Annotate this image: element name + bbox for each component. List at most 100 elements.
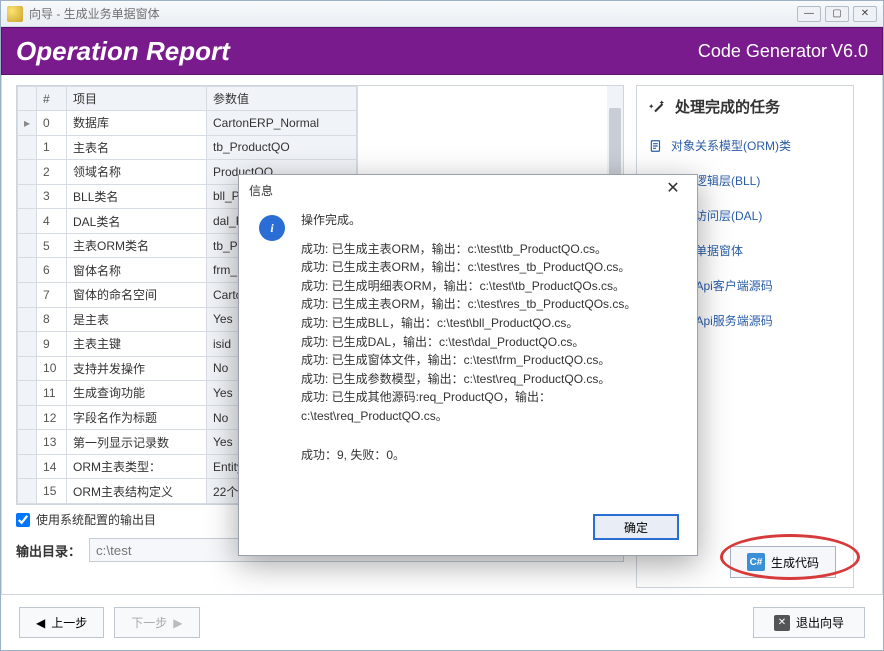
log-line: 成功: 已生成DAL，输出：c:\test\dal_ProductQO.cs。	[301, 333, 675, 352]
param-name: 窗体名称	[67, 258, 207, 283]
param-name: ORM主表类型：	[67, 454, 207, 479]
row-indicator	[18, 184, 37, 209]
row-indicator: ▸	[18, 111, 37, 136]
param-name: BLL类名	[67, 184, 207, 209]
exit-label: 退出向导	[796, 614, 844, 631]
generate-code-button[interactable]: C# 生成代码	[730, 546, 836, 578]
table-row[interactable]: ▸0数据库CartonERP_Normal	[18, 111, 357, 136]
row-indicator	[18, 160, 37, 185]
chevron-left-icon: ◀	[36, 616, 45, 630]
ok-button[interactable]: 确定	[593, 514, 679, 540]
row-number: 4	[37, 209, 67, 234]
col-num[interactable]: #	[37, 87, 67, 111]
row-indicator	[18, 258, 37, 283]
minimize-button[interactable]: —	[797, 6, 821, 22]
row-number: 9	[37, 332, 67, 357]
log-line: 成功: 已生成明细表ORM，输出：c:\test\tb_ProductQOs.c…	[301, 277, 675, 296]
col-name[interactable]: 项目	[67, 87, 207, 111]
log-line: 成功: 已生成窗体文件，输出：c:\test\frm_ProductQO.cs。	[301, 351, 675, 370]
row-number: 7	[37, 282, 67, 307]
row-number: 8	[37, 307, 67, 332]
row-indicator	[18, 381, 37, 406]
log-line: 成功: 已生成主表ORM，输出：c:\test\tb_ProductQO.cs。	[301, 240, 675, 259]
page-icon	[649, 139, 663, 153]
col-value[interactable]: 参数值	[207, 87, 357, 111]
window-buttons: — ▢ ✕	[797, 6, 877, 22]
side-title-row: 处理完成的任务	[649, 96, 841, 117]
row-number: 13	[37, 430, 67, 455]
maximize-button[interactable]: ▢	[825, 6, 849, 22]
titlebar: 向导 - 生成业务单据窗体 — ▢ ✕	[1, 1, 883, 27]
banner-right: Code Generator V6.0	[698, 41, 868, 62]
footer: ◀ 上一步 下一步 ▶ ✕ 退出向导	[1, 594, 883, 650]
app-icon	[7, 6, 23, 22]
window-title: 向导 - 生成业务单据窗体	[29, 5, 160, 22]
row-number: 11	[37, 381, 67, 406]
wand-icon	[649, 98, 667, 116]
param-name: DAL类名	[67, 209, 207, 234]
info-icon: i	[259, 215, 285, 241]
banner: Operation Report Code Generator V6.0	[1, 27, 883, 75]
table-row[interactable]: 1主表名tb_ProductQO	[18, 135, 357, 160]
param-name: 支持并发操作	[67, 356, 207, 381]
row-indicator	[18, 282, 37, 307]
param-name: 生成查询功能	[67, 381, 207, 406]
param-name: 主表名	[67, 135, 207, 160]
dialog-header-text: 操作完成。	[301, 211, 675, 230]
close-icon: ✕	[774, 615, 790, 631]
param-name: ORM主表结构定义	[67, 479, 207, 504]
dialog-close-button[interactable]: ✕	[659, 180, 687, 200]
dialog-footer: 确定	[239, 509, 697, 555]
log-line: 成功: 已生成BLL，输出：c:\test\bll_ProductQO.cs。	[301, 314, 675, 333]
generate-label: 生成代码	[771, 554, 819, 571]
close-button[interactable]: ✕	[853, 6, 877, 22]
row-number: 6	[37, 258, 67, 283]
log-line: 成功: 已生成参数模型，输出：c:\test\req_ProductQO.cs。	[301, 370, 675, 389]
row-number: 2	[37, 160, 67, 185]
row-number: 5	[37, 233, 67, 258]
row-indicator	[18, 430, 37, 455]
log-line: 成功: 已生成主表ORM，输出：c:\test\res_tb_ProductQO…	[301, 258, 675, 277]
row-indicator	[18, 405, 37, 430]
use-system-output-label: 使用系统配置的输出目	[36, 511, 156, 528]
param-name: 主表主键	[67, 332, 207, 357]
csharp-icon: C#	[747, 553, 765, 571]
row-number: 14	[37, 454, 67, 479]
prev-button[interactable]: ◀ 上一步	[19, 607, 104, 638]
row-indicator	[18, 479, 37, 504]
next-button[interactable]: 下一步 ▶	[114, 607, 199, 638]
row-number: 0	[37, 111, 67, 136]
param-name: 是主表	[67, 307, 207, 332]
side-title: 处理完成的任务	[675, 96, 780, 117]
dialog-titlebar: 信息 ✕	[239, 175, 697, 205]
prev-label: 上一步	[51, 614, 87, 631]
row-number: 12	[37, 405, 67, 430]
dialog-summary: 成功：9, 失败：0。	[301, 446, 675, 465]
exit-button[interactable]: ✕ 退出向导	[753, 607, 865, 638]
generate-button-wrap: C# 生成代码	[730, 546, 836, 578]
product-version: V6.0	[831, 41, 868, 62]
row-number: 15	[37, 479, 67, 504]
param-name: 字段名作为标题	[67, 405, 207, 430]
row-number: 10	[37, 356, 67, 381]
task-label: 对象关系模型(ORM)类	[671, 137, 791, 154]
use-system-output-checkbox[interactable]	[16, 513, 30, 527]
row-indicator	[18, 135, 37, 160]
dialog-title: 信息	[249, 182, 273, 199]
dialog-body: i 操作完成。 成功: 已生成主表ORM，输出：c:\test\tb_Produ…	[239, 205, 697, 509]
banner-title: Operation Report	[16, 36, 230, 67]
task-item[interactable]: 对象关系模型(ORM)类	[649, 137, 841, 154]
next-label: 下一步	[131, 614, 167, 631]
param-name: 主表ORM类名	[67, 233, 207, 258]
row-number: 1	[37, 135, 67, 160]
param-value[interactable]: CartonERP_Normal	[207, 111, 357, 136]
row-indicator	[18, 332, 37, 357]
ok-label: 确定	[624, 519, 648, 536]
product-name: Code Generator	[698, 41, 827, 62]
param-value[interactable]: tb_ProductQO	[207, 135, 357, 160]
output-dir-label: 输出目录：	[16, 541, 81, 560]
param-name: 领域名称	[67, 160, 207, 185]
row-indicator	[18, 356, 37, 381]
param-name: 窗体的命名空间	[67, 282, 207, 307]
param-name: 第一列显示记录数	[67, 430, 207, 455]
